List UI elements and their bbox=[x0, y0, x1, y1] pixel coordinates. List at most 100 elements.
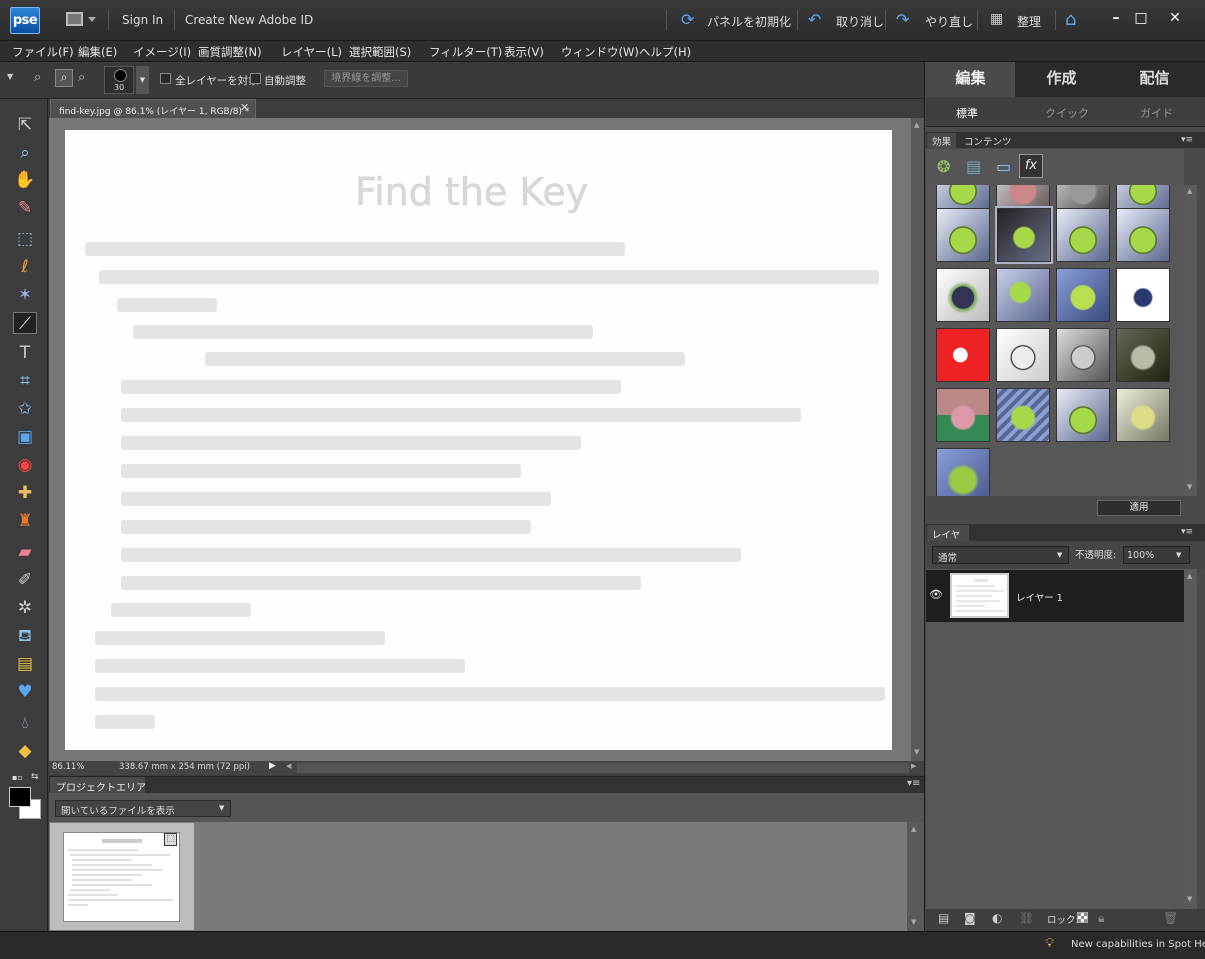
layer-name[interactable]: レイヤー 1 bbox=[1016, 590, 1063, 604]
menu-help[interactable]: ヘルプ(H) bbox=[639, 44, 691, 60]
effect-thumbnail[interactable] bbox=[1056, 208, 1110, 262]
chevron-down-icon[interactable]: ▼ bbox=[1176, 551, 1181, 559]
tab-create[interactable]: 作成 bbox=[1016, 62, 1107, 97]
scroll-down-icon[interactable]: ▼ bbox=[1187, 483, 1192, 491]
panel-menu-icon[interactable]: ▾≡ bbox=[1181, 527, 1193, 537]
organizer-icon[interactable]: ▦ bbox=[990, 11, 1003, 27]
effect-thumbnail[interactable] bbox=[1056, 328, 1110, 382]
blend-mode-select[interactable]: 通常 ▼ bbox=[932, 546, 1069, 564]
effect-thumbnail[interactable] bbox=[936, 208, 990, 262]
effect-thumbnail[interactable] bbox=[996, 388, 1050, 442]
tool-preset-dropdown-icon[interactable]: ▼ bbox=[7, 72, 13, 81]
apply-effect-button[interactable]: 適用 bbox=[1097, 500, 1181, 516]
sponge-tool-icon[interactable]: ◆ bbox=[13, 740, 37, 762]
close-tab-icon[interactable]: ✕ bbox=[240, 101, 249, 114]
red-eye-tool-icon[interactable]: ◉ bbox=[13, 454, 37, 476]
clone-stamp-tool-icon[interactable]: ♜ bbox=[13, 510, 37, 532]
healing-brush-tool-icon[interactable]: ✚ bbox=[13, 482, 37, 504]
menu-edit[interactable]: 編集(E) bbox=[78, 44, 117, 60]
canvas-vertical-scrollbar[interactable]: ▲ ▼ bbox=[911, 118, 924, 761]
menu-layer[interactable]: レイヤー(L) bbox=[281, 44, 342, 60]
scroll-left-icon[interactable]: ◀ bbox=[286, 762, 291, 770]
zoom-tool-icon[interactable]: ⌕ bbox=[13, 142, 37, 164]
lock-all-icon[interactable]: 🔒︎ bbox=[1098, 911, 1104, 926]
panel-menu-icon[interactable]: ▾≡ bbox=[907, 778, 920, 789]
effect-thumbnail[interactable] bbox=[996, 268, 1050, 322]
close-window-button[interactable]: ✕ bbox=[1165, 9, 1185, 27]
scroll-down-icon[interactable]: ▼ bbox=[914, 748, 919, 756]
link-layers-icon[interactable]: ⛓︎ bbox=[1019, 911, 1034, 925]
adjustment-layer-icon[interactable]: ◐ bbox=[992, 911, 1002, 925]
effect-thumbnail[interactable] bbox=[1116, 208, 1170, 262]
magic-wand-tool-icon[interactable]: ✶ bbox=[13, 284, 37, 306]
effect-thumbnail[interactable] bbox=[936, 268, 990, 322]
reset-panels-button[interactable]: パネルを初期化 bbox=[707, 13, 791, 30]
lock-transparency-icon[interactable] bbox=[1077, 912, 1088, 923]
menu-window[interactable]: ウィンドウ(W) bbox=[561, 44, 639, 60]
brush-dropdown-icon[interactable]: ▼ bbox=[136, 66, 149, 94]
layers-tab[interactable]: レイヤー bbox=[927, 525, 969, 555]
tab-edit[interactable]: 編集 bbox=[926, 62, 1015, 97]
subtab-guided[interactable]: ガイド bbox=[1140, 105, 1173, 121]
auto-enhance-checkbox[interactable] bbox=[250, 73, 261, 84]
sample-all-layers-checkbox[interactable] bbox=[160, 73, 171, 84]
reset-panels-icon[interactable]: ⟳ bbox=[681, 11, 694, 29]
undo-button[interactable]: 取り消し bbox=[836, 13, 884, 30]
new-layer-icon[interactable]: ▤ bbox=[938, 911, 949, 925]
fx-category-icon[interactable]: fx bbox=[1019, 154, 1043, 178]
layout-menu-button[interactable] bbox=[66, 12, 96, 28]
eraser-tool-icon[interactable]: ▰ bbox=[13, 541, 37, 563]
layer-mask-icon[interactable]: ◙ bbox=[964, 911, 976, 925]
image-canvas[interactable]: Find the Key bbox=[65, 130, 892, 750]
menu-view[interactable]: 表示(V) bbox=[504, 44, 544, 60]
gradient-tool-icon[interactable]: ▤ bbox=[13, 653, 37, 675]
subtab-full[interactable]: 標準 bbox=[956, 105, 978, 121]
hand-tool-icon[interactable]: ✋ bbox=[13, 169, 37, 191]
effect-thumbnail[interactable] bbox=[1056, 388, 1110, 442]
create-id-link[interactable]: Create New Adobe ID bbox=[185, 13, 313, 27]
status-menu-arrow-icon[interactable]: ▶ bbox=[269, 761, 276, 771]
undo-icon[interactable]: ↶ bbox=[808, 11, 821, 29]
subtract-selection-brush-icon[interactable]: ⌕ bbox=[78, 70, 85, 85]
redo-button[interactable]: やり直し bbox=[925, 13, 973, 30]
blur-tool-icon[interactable]: 💧︎ bbox=[13, 712, 37, 734]
paint-bucket-tool-icon[interactable]: ⛾ bbox=[13, 625, 37, 647]
recompose-tool-icon[interactable]: ▣ bbox=[13, 426, 37, 448]
new-selection-brush-icon[interactable]: ⌕ bbox=[34, 70, 41, 85]
refine-edge-button[interactable]: 境界線を調整... bbox=[324, 70, 408, 87]
effect-thumbnail[interactable] bbox=[936, 328, 990, 382]
sign-in-link[interactable]: Sign In bbox=[122, 13, 163, 27]
scroll-down-icon[interactable]: ▼ bbox=[911, 918, 916, 926]
type-tool-icon[interactable]: T bbox=[13, 342, 37, 364]
project-thumbnail[interactable] bbox=[63, 832, 180, 922]
scroll-up-icon[interactable]: ▲ bbox=[1187, 572, 1192, 580]
menu-enhance[interactable]: 画質調整(N) bbox=[198, 44, 262, 60]
layer-thumbnail[interactable] bbox=[950, 573, 1009, 618]
brush-tool-icon[interactable]: ✐ bbox=[13, 569, 37, 591]
layers-scrollbar[interactable]: ▲ ▼ bbox=[1184, 569, 1197, 909]
opacity-input[interactable]: 100% ▼ bbox=[1123, 546, 1190, 564]
organize-button[interactable]: 整理 bbox=[1017, 13, 1041, 30]
cookie-cutter-tool-icon[interactable]: ♥ bbox=[13, 681, 37, 703]
scroll-up-icon[interactable]: ▲ bbox=[914, 121, 919, 129]
effects-scrollbar[interactable]: ▲ ▼ bbox=[1184, 185, 1197, 496]
minimize-button[interactable]: – bbox=[1106, 9, 1126, 27]
smart-brush-tool-icon[interactable]: ✲ bbox=[13, 597, 37, 619]
lasso-tool-icon[interactable]: ℓ bbox=[13, 256, 37, 278]
effect-thumbnail[interactable] bbox=[1116, 268, 1170, 322]
tip-message[interactable]: New capabilities in Spot He bbox=[1071, 939, 1205, 950]
delete-layer-icon[interactable]: 🗑︎ bbox=[1163, 911, 1178, 925]
effect-thumbnail[interactable] bbox=[936, 448, 990, 496]
tab-share[interactable]: 配信 bbox=[1108, 62, 1201, 97]
maximize-button[interactable]: □ bbox=[1131, 9, 1151, 27]
effect-thumbnail[interactable] bbox=[936, 388, 990, 442]
menu-filter[interactable]: フィルター(T) bbox=[429, 44, 502, 60]
default-colors-icon[interactable]: ▪▫ bbox=[12, 773, 23, 782]
menu-select[interactable]: 選択範囲(S) bbox=[349, 44, 411, 60]
project-area-tab[interactable]: プロジェクトエリア bbox=[50, 777, 146, 794]
zoom-level[interactable]: 86.11% bbox=[52, 762, 84, 772]
marquee-tool-icon[interactable]: ⬚ bbox=[13, 228, 37, 250]
subtab-quick[interactable]: クイック bbox=[1045, 105, 1089, 121]
effect-thumbnail[interactable] bbox=[1116, 388, 1170, 442]
menu-file[interactable]: ファイル(F) bbox=[12, 44, 74, 60]
